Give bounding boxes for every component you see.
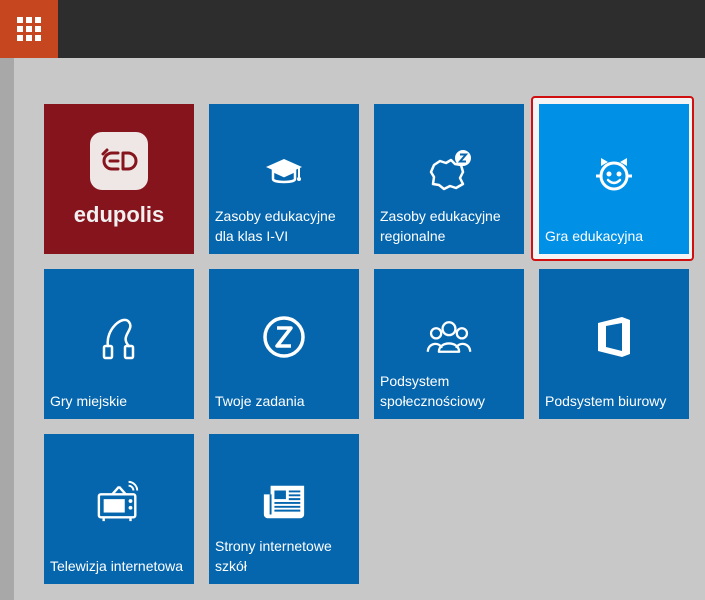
region-map-icon xyxy=(426,149,472,195)
tile-gra-edukacyjna[interactable]: Gra edukacyjna xyxy=(539,104,689,254)
tile-gry-miejskie[interactable]: Gry miejskie xyxy=(44,269,194,419)
tile-podsystem-biurowy[interactable]: Podsystem biurowy xyxy=(539,269,689,419)
child-face-icon xyxy=(591,149,637,195)
tile-label: Strony internetowe szkół xyxy=(215,538,332,574)
tile-label: Zasoby edukacyjne regionalne xyxy=(380,208,501,244)
tile-label: Podsystem biurowy xyxy=(545,393,667,409)
tile-podsystem-spolecznosciowy[interactable]: Podsystem społecznościowy xyxy=(374,269,524,419)
tile-label: Gra edukacyjna xyxy=(545,228,644,244)
tile-zasoby-edukacyjne-regionalne[interactable]: Zasoby edukacyjne regionalne xyxy=(374,104,524,254)
tile-label: Zasoby edukacyjne dla klas I-VI xyxy=(215,208,336,244)
graduation-cap-icon xyxy=(261,149,307,195)
office-icon xyxy=(591,314,637,360)
z-circle-icon xyxy=(261,314,307,360)
top-bar xyxy=(0,0,705,58)
tile-label: Gry miejskie xyxy=(50,393,128,409)
community-icon xyxy=(426,314,472,360)
edupolis-brand-text: edupolis xyxy=(73,202,165,227)
newspaper-icon xyxy=(261,479,307,525)
tile-label: Telewizja internetowa xyxy=(50,558,184,574)
edupolis-logo xyxy=(90,132,148,190)
tile-zasoby-edukacyjne-1-6[interactable]: Zasoby edukacyjne dla klas I-VI xyxy=(209,104,359,254)
tile-strony-internetowe-szkol[interactable]: Strony internetowe szkół xyxy=(209,434,359,584)
apps-menu-button[interactable] xyxy=(0,0,58,58)
tile-label: Podsystem społecznościowy xyxy=(380,373,486,409)
jump-rope-icon xyxy=(96,314,142,360)
tile-edupolis[interactable]: edupolis xyxy=(44,104,194,254)
tv-icon xyxy=(96,479,142,525)
apps-grid-icon xyxy=(17,17,41,41)
tile-telewizja-internetowa[interactable]: Telewizja internetowa xyxy=(44,434,194,584)
tile-label: Twoje zadania xyxy=(215,393,305,409)
tile-twoje-zadania[interactable]: Twoje zadania xyxy=(209,269,359,419)
